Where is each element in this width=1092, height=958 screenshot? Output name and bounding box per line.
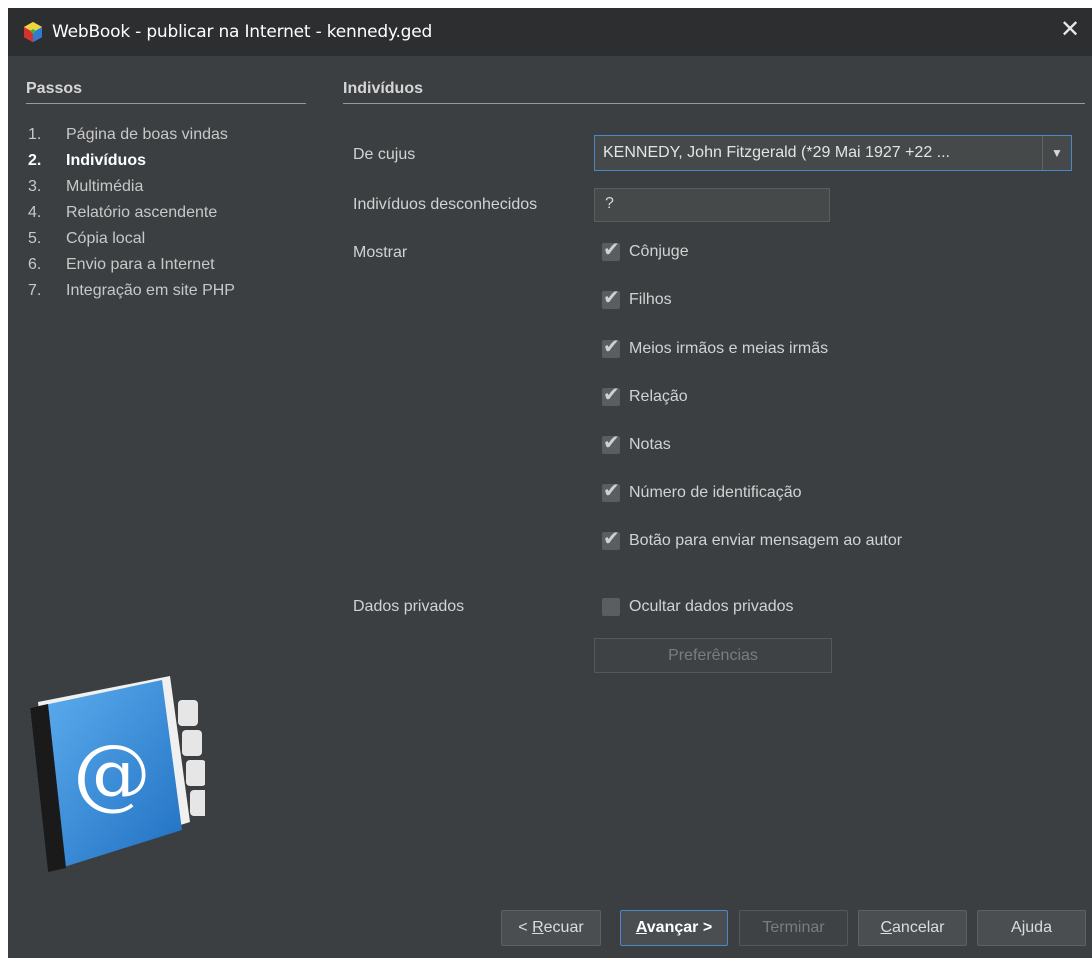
at-symbol: @ <box>73 729 151 819</box>
private-data-label: Dados privados <box>353 598 465 615</box>
checkbox-unchecked-icon[interactable] <box>602 598 620 616</box>
checkbox-mail-button[interactable]: ✔ Botão para enviar mensagem ao autor <box>602 526 902 553</box>
checkbox-checked-icon[interactable]: ✔ <box>602 285 620 309</box>
checkbox-half-siblings[interactable]: ✔ Meios irmãos e meias irmãs <box>602 334 828 361</box>
steps-list: 1. Página de boas vindas 2. Indivíduos 3. M… <box>28 126 235 308</box>
finish-button[interactable]: Terminar <box>739 910 848 946</box>
step-item-ascendant-report: 4. Relatório ascendente <box>28 204 218 221</box>
checkbox-checked-icon[interactable]: ✔ <box>602 334 620 358</box>
title-bar[interactable]: WebBook - publicar na Internet - kennedy… <box>8 8 1092 56</box>
app-logo-icon <box>24 22 42 42</box>
chevron-down-icon[interactable]: ▼ <box>1042 136 1071 170</box>
close-icon[interactable]: ✕ <box>1058 18 1082 42</box>
page-title: Indivíduos <box>343 80 423 97</box>
back-button[interactable]: < Recuar <box>501 910 601 946</box>
de-cujus-value: KENNEDY, John Fitzgerald (*29 Mai 1927 +… <box>603 144 950 161</box>
unknown-individuals-label: Indivíduos desconhecidos <box>353 196 538 213</box>
checkbox-children[interactable]: ✔ Filhos <box>602 285 672 312</box>
main-divider <box>343 103 1085 104</box>
de-cujus-label: De cujus <box>353 146 416 163</box>
checkbox-notes[interactable]: ✔ Notas <box>602 430 671 457</box>
help-button[interactable]: Ajuda <box>977 910 1086 946</box>
show-label: Mostrar <box>353 244 408 261</box>
step-item-php-integration: 7. Integração em site PHP <box>28 282 235 299</box>
steps-divider <box>26 103 306 104</box>
next-button[interactable]: Avançar > <box>620 910 728 946</box>
address-book-icon: @ <box>30 676 205 872</box>
checkbox-checked-icon[interactable]: ✔ <box>602 237 620 261</box>
checkbox-hide-private[interactable]: Ocultar dados privados <box>602 595 794 619</box>
checkbox-checked-icon[interactable]: ✔ <box>602 382 620 406</box>
wizard-window: WebBook - publicar na Internet - kennedy… <box>8 8 1092 958</box>
steps-heading: Passos <box>26 80 83 97</box>
checkbox-relation[interactable]: ✔ Relação <box>602 382 688 409</box>
step-item-multimedia: 3. Multimédia <box>28 178 144 195</box>
step-item-welcome: 1. Página de boas vindas <box>28 126 228 143</box>
step-item-local-copy: 5. Cópia local <box>28 230 146 247</box>
step-item-individuals: 2. Indivíduos <box>28 152 146 169</box>
preferences-button[interactable]: Preferências <box>594 638 832 673</box>
checkbox-spouse[interactable]: ✔ Cônjuge <box>602 237 689 264</box>
de-cujus-select[interactable]: KENNEDY, John Fitzgerald (*29 Mai 1927 +… <box>594 135 1072 171</box>
window-title: WebBook - publicar na Internet - kennedy… <box>52 22 433 42</box>
checkbox-checked-icon[interactable]: ✔ <box>602 526 620 550</box>
checkbox-checked-icon[interactable]: ✔ <box>602 430 620 454</box>
unknown-individuals-input[interactable]: ? <box>594 188 830 222</box>
cancel-button[interactable]: Cancelar <box>858 910 967 946</box>
step-item-upload: 6. Envio para a Internet <box>28 256 215 273</box>
checkbox-id-number[interactable]: ✔ Número de identificação <box>602 478 802 505</box>
checkbox-checked-icon[interactable]: ✔ <box>602 478 620 502</box>
